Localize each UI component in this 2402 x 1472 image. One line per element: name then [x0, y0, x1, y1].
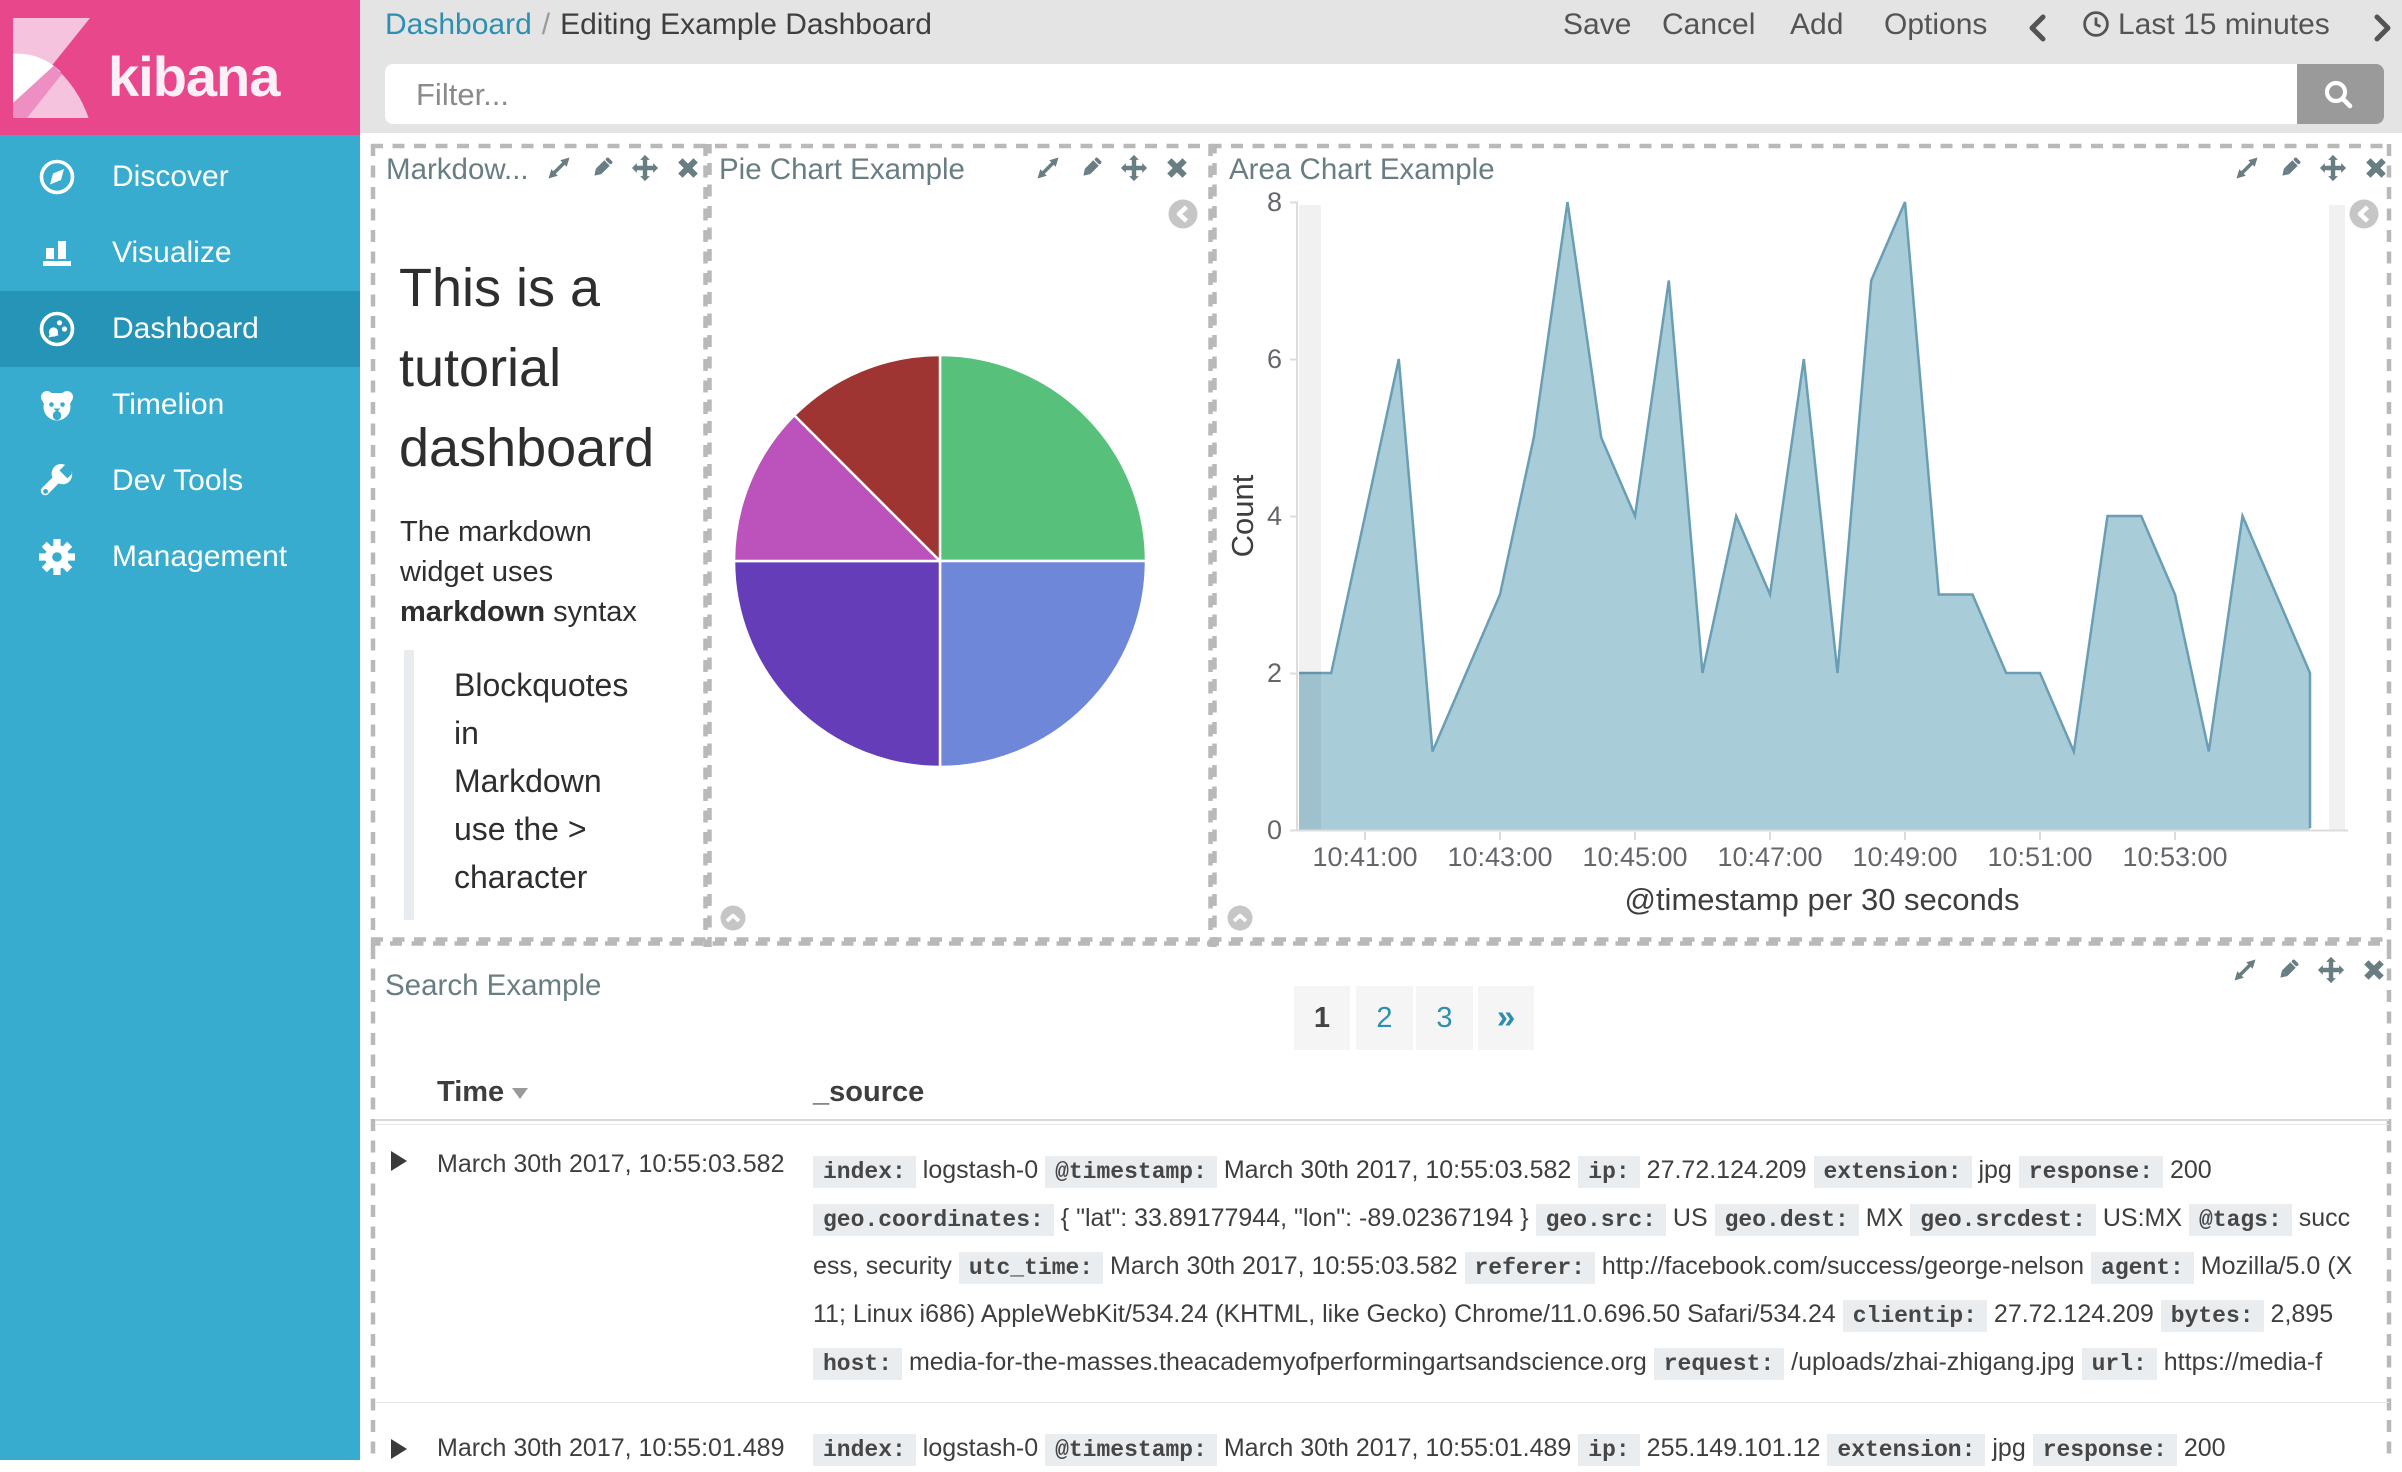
svg-text:0: 0 — [1267, 815, 1282, 845]
svg-text:10:43:00: 10:43:00 — [1447, 842, 1552, 872]
svg-text:2: 2 — [1267, 658, 1282, 688]
svg-text:10:41:00: 10:41:00 — [1312, 842, 1417, 872]
svg-text:10:51:00: 10:51:00 — [1987, 842, 2092, 872]
svg-text:Count: Count — [1225, 474, 1260, 557]
svg-text:6: 6 — [1267, 344, 1282, 374]
svg-text:10:53:00: 10:53:00 — [2122, 842, 2227, 872]
svg-text:@timestamp per 30 seconds: @timestamp per 30 seconds — [1624, 882, 2019, 917]
svg-text:4: 4 — [1267, 501, 1282, 531]
svg-text:8: 8 — [1267, 187, 1282, 217]
svg-text:10:45:00: 10:45:00 — [1582, 842, 1687, 872]
svg-text:10:49:00: 10:49:00 — [1852, 842, 1957, 872]
svg-text:10:47:00: 10:47:00 — [1717, 842, 1822, 872]
